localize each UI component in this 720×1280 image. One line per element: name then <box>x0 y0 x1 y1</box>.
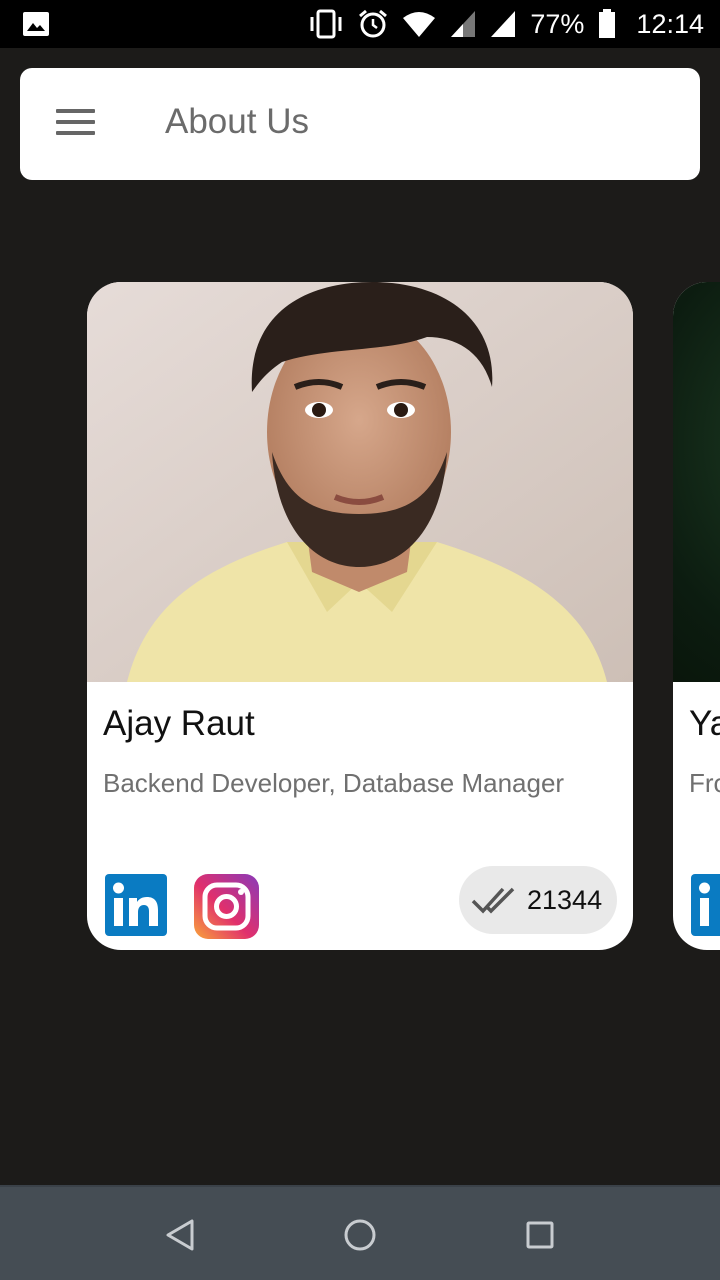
battery-icon <box>599 9 616 38</box>
team-member-card[interactable]: Ajay Raut Backend Developer, Database Ma… <box>87 282 633 950</box>
signal-icon <box>491 11 516 37</box>
recents-icon[interactable] <box>520 1215 560 1255</box>
about-us-screen: 77% 12:14 About Us Ajay Raut Backend Dev… <box>0 0 720 1280</box>
linkedin-icon[interactable] <box>105 874 167 936</box>
team-member-card[interactable]: Ya Fro <box>673 282 720 950</box>
hamburger-menu-icon[interactable] <box>56 109 96 139</box>
member-photo <box>87 282 633 682</box>
wifi-icon <box>403 12 436 37</box>
double-check-icon <box>471 887 515 914</box>
linkedin-icon[interactable] <box>691 874 720 936</box>
status-icons: 77% 12:14 <box>308 0 704 48</box>
member-role: Fro <box>689 768 720 798</box>
member-name: Ajay Raut <box>103 704 255 743</box>
app-toolbar: About Us <box>20 68 700 180</box>
page-title: About Us <box>165 102 309 141</box>
status-bar: 77% 12:14 <box>0 0 720 48</box>
alarm-icon <box>359 9 388 38</box>
home-icon[interactable] <box>340 1215 380 1255</box>
gallery-icon <box>23 12 49 36</box>
member-role: Backend Developer, Database Manager <box>103 768 565 798</box>
view-count: 21344 <box>527 884 603 915</box>
back-icon[interactable] <box>160 1215 200 1255</box>
member-photo <box>673 282 720 682</box>
instagram-icon[interactable] <box>194 874 259 939</box>
system-nav-bar <box>0 1185 720 1280</box>
view-count-chip[interactable]: 21344 <box>459 866 617 934</box>
battery-percent: 77% <box>530 8 585 39</box>
member-name: Ya <box>689 704 720 743</box>
vibrate-icon <box>310 9 342 39</box>
signal-icon <box>451 11 476 37</box>
clock: 12:14 <box>636 8 704 39</box>
